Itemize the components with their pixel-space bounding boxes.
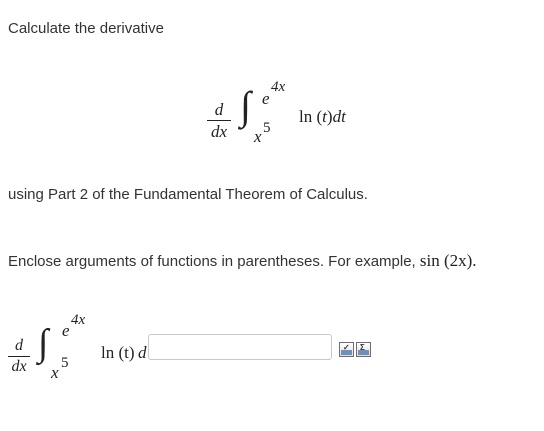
answer-dx-denominator: dx [11,358,27,375]
integrand: ln (t)dt [299,108,346,125]
answer-upper-limit-exponent: 4x [71,312,86,328]
answer-fraction-bar [8,356,30,357]
derivative-operator: d dx [207,101,231,140]
d-numerator: d [214,100,224,119]
answer-derivative-operator: d dx [8,338,30,375]
upper-limit-base: e [262,89,270,108]
preview-button[interactable]: ✓ [339,342,354,357]
answer-input[interactable] [148,334,332,360]
lower-limit-exponent: 5 [263,120,271,136]
integrand-argument: (t) [316,107,333,126]
symbols-icon-glyph: Σ [360,343,365,352]
instruction-text: Calculate the derivative [8,20,164,37]
integrand-function: ln [299,107,313,126]
dx-denominator: dx [210,122,228,141]
answer-lower-limit-base: x [51,363,59,382]
theorem-text: using Part 2 of the Fundamental Theorem … [8,186,368,203]
answer-integral-sign: ∫ [38,322,49,364]
answer-d-numerator: d [15,337,23,354]
answer-upper-limit-base: e [62,321,70,340]
preview-icon-glyph: ✓ [343,343,350,352]
differential: dt [332,107,346,126]
hint-example: sin (2x). [419,251,477,270]
symbols-button[interactable]: Σ [356,342,371,357]
integral-sign: ∫ [240,83,251,128]
hint-label: Enclose arguments of functions in parent… [8,253,416,270]
upper-limit-exponent: 4x [271,79,286,95]
clipped-differential: d [138,343,147,362]
lower-limit-base: x [254,127,262,146]
answer-integrand: ln (t) [101,343,135,362]
hint-text: Enclose arguments of functions in parent… [8,252,477,271]
fraction-bar [207,120,231,121]
answer-lower-limit-exponent: 5 [61,355,69,371]
